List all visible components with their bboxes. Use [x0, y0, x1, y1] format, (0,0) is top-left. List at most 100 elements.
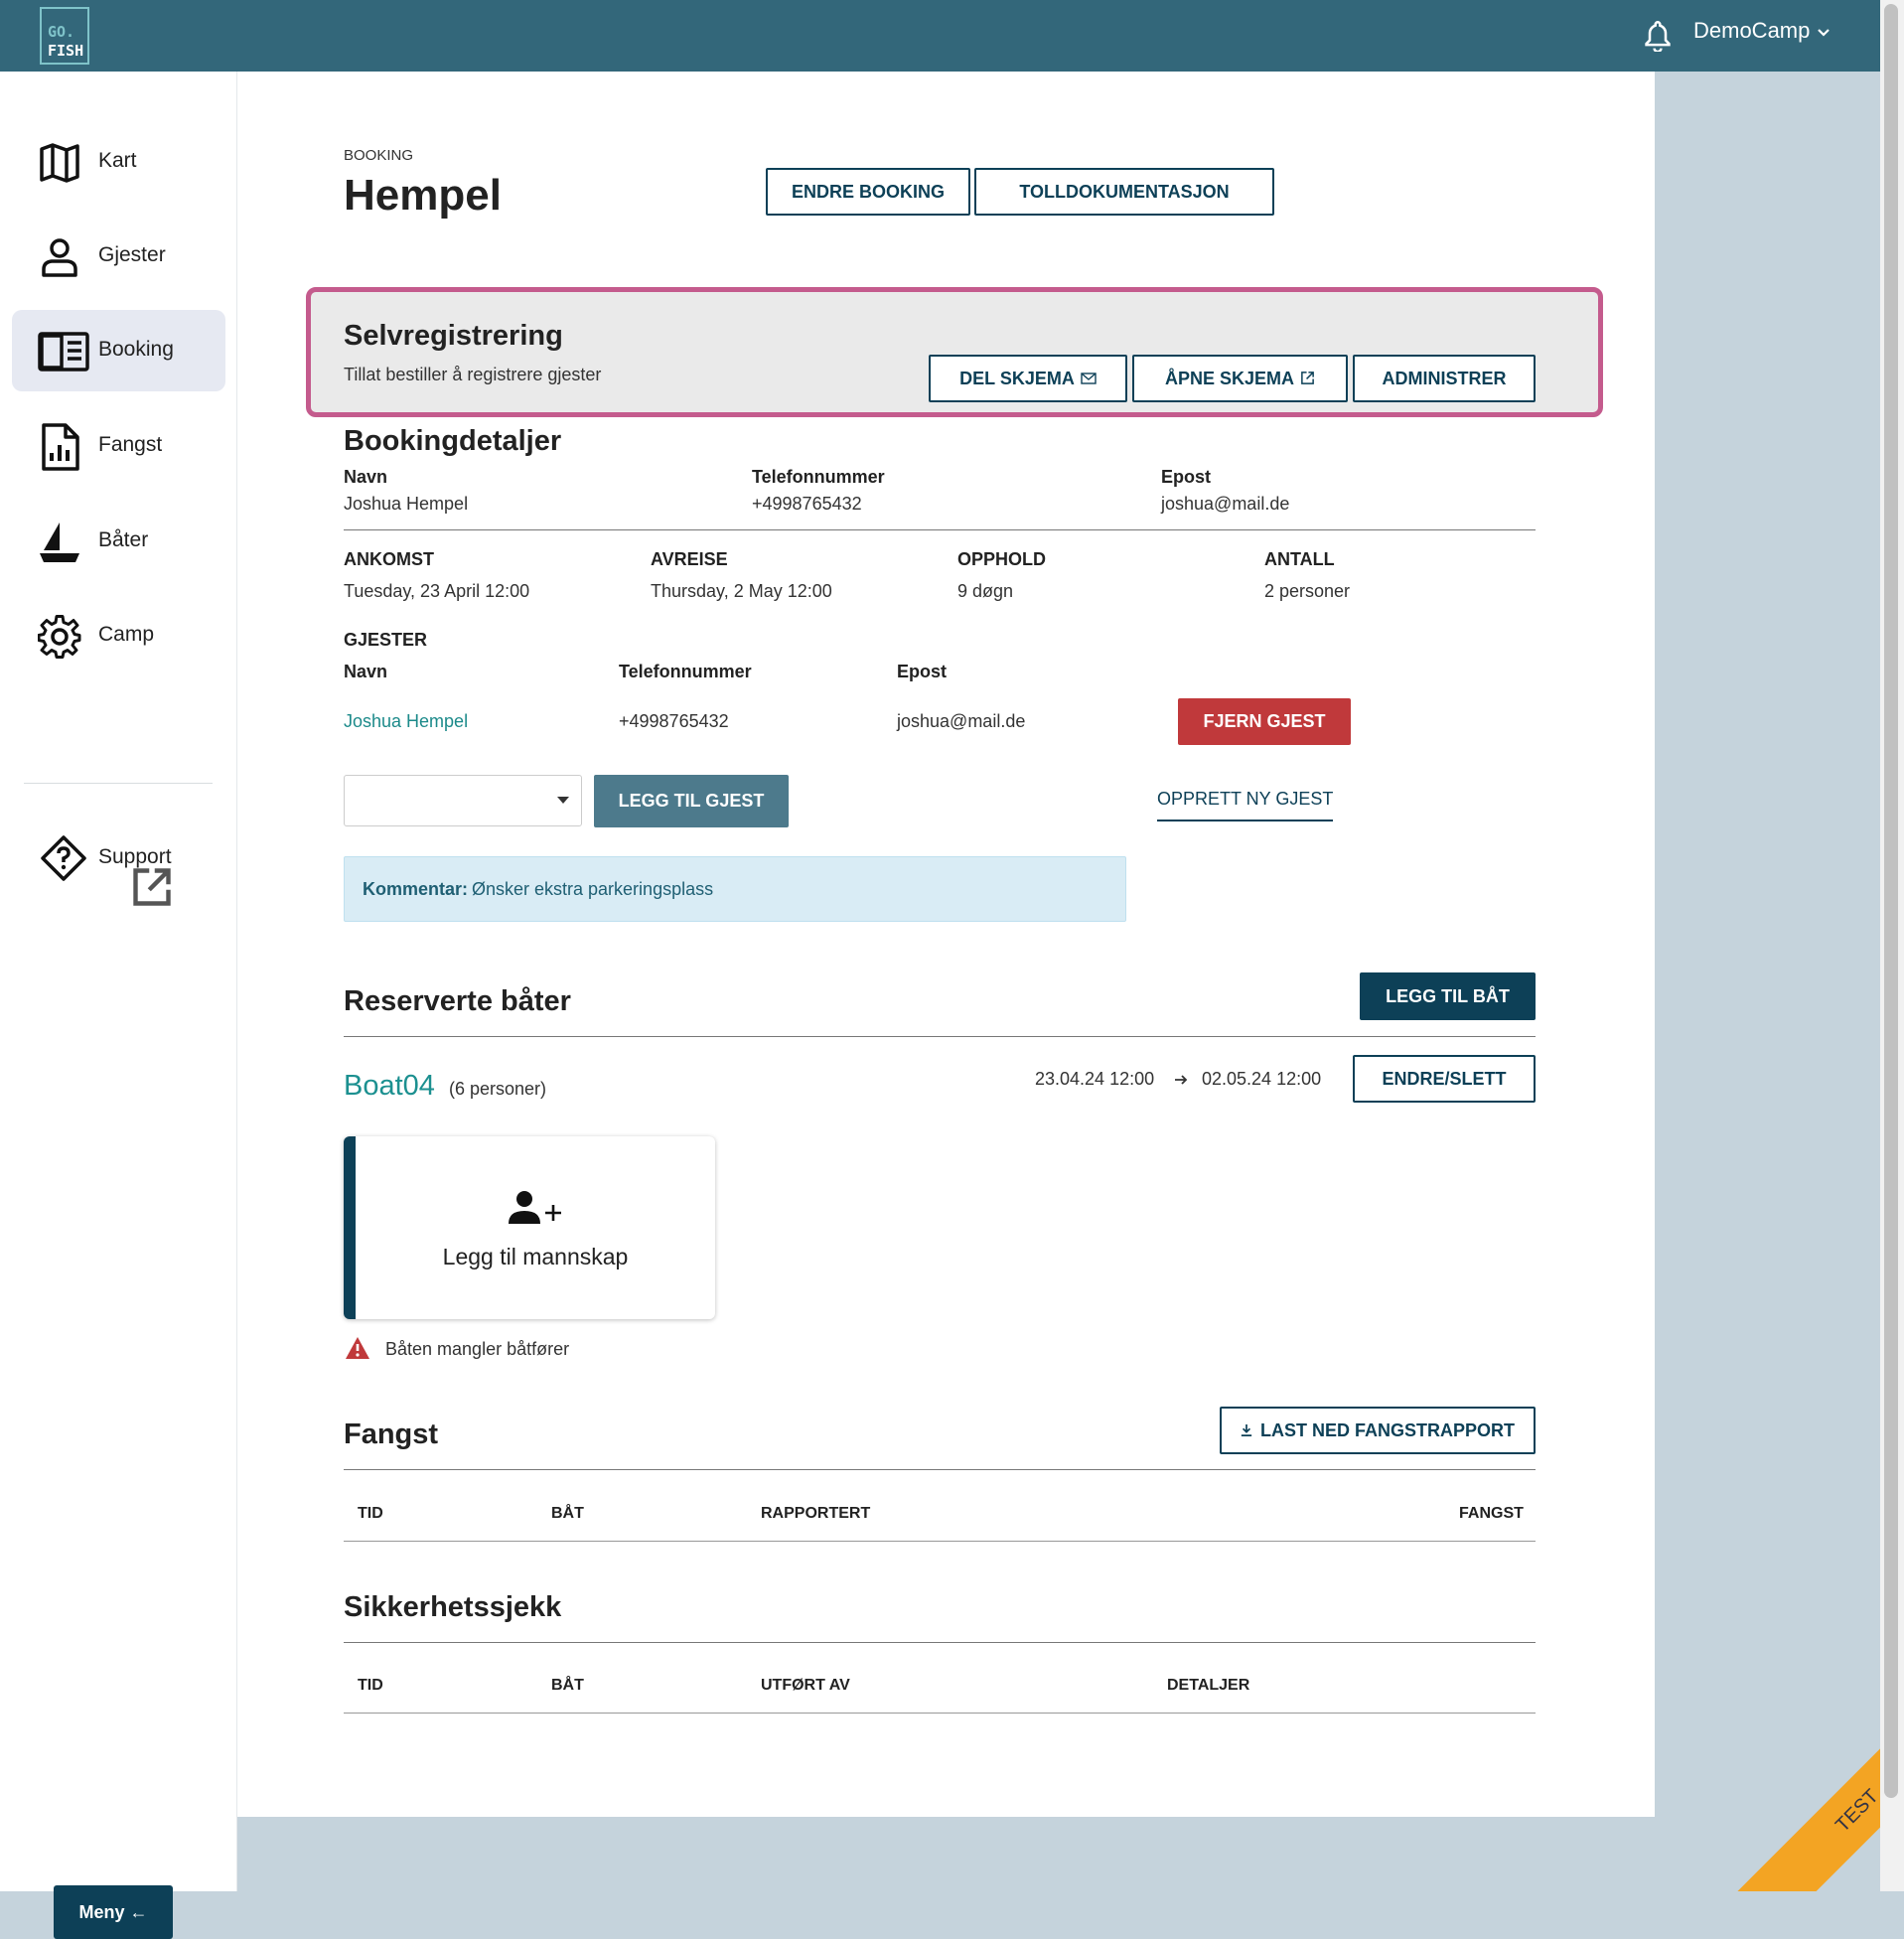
boat-name-link[interactable]: Boat04 [344, 1070, 435, 1103]
scrollbar[interactable] [1880, 0, 1904, 1891]
divider [344, 529, 1536, 530]
menu-toggle-button[interactable]: Meny ← [54, 1885, 173, 1939]
divider [344, 1713, 1536, 1714]
add-crew-card[interactable]: Legg til mannskap [344, 1136, 715, 1319]
download-catch-report-button[interactable]: LAST NED FANGSTRAPPORT [1220, 1407, 1536, 1454]
breadcrumb: BOOKING [344, 147, 414, 164]
departure-label: AVREISE [651, 549, 728, 569]
phone-value: +4998765432 [752, 494, 862, 514]
sidebar-item-support[interactable]: Support [12, 818, 225, 906]
sidebar-item-label: Fangst [98, 433, 163, 456]
arrival-value: Tuesday, 23 April 12:00 [344, 581, 530, 601]
open-form-button[interactable]: ÅPNE SKJEMA [1132, 355, 1348, 402]
self-registration-title: Selvregistrering [344, 320, 563, 352]
user-menu[interactable]: DemoCamp [1693, 18, 1810, 44]
name-value: Joshua Hempel [344, 494, 469, 514]
gofish-logo[interactable]: GO. FISH [40, 7, 89, 65]
remove-guest-button[interactable]: FJERN GJEST [1178, 698, 1351, 745]
comment-box: Kommentar: Ønsker ekstra parkeringsplass [344, 856, 1126, 922]
sidebar-item-fangst[interactable]: Fangst [12, 405, 225, 487]
stay-value: 9 døgn [957, 581, 1014, 601]
departure-value: Thursday, 2 May 12:00 [651, 581, 832, 601]
add-guest-button[interactable]: LEGG TIL GJEST [594, 775, 789, 827]
email-label: Epost [1161, 467, 1212, 487]
guest-col-name: Navn [344, 662, 388, 681]
bell-icon[interactable] [1644, 20, 1672, 52]
catch-col-boat: BÅT [551, 1505, 584, 1522]
download-label: LAST NED FANGSTRAPPORT [1259, 1420, 1515, 1440]
sidebar-item-label: Booking [98, 338, 174, 361]
stay-label: OPPHOLD [957, 549, 1047, 569]
top-bar: GO. FISH DemoCamp [0, 0, 1880, 72]
page-title: Hempel [344, 171, 502, 220]
boat-from-date: 23.04.24 12:00 [1035, 1069, 1155, 1089]
sidebar-item-label: Gjester [98, 243, 166, 266]
add-crew-label: Legg til mannskap [442, 1244, 629, 1269]
booking-icon [38, 332, 89, 372]
logo-line1: GO. [48, 23, 75, 41]
divider [344, 1469, 1536, 1470]
person-icon [42, 238, 77, 277]
safety-col-time: TID [358, 1677, 383, 1694]
guest-phone: +4998765432 [619, 711, 729, 731]
administer-button[interactable]: ADMINISTRER [1353, 355, 1536, 402]
map-icon [40, 143, 79, 183]
comment-text: Ønsker ekstra parkeringsplass [472, 879, 714, 899]
catch-col-time: TID [358, 1505, 383, 1522]
external-link-icon [1301, 372, 1314, 384]
sidebar-item-bater[interactable]: Båter [12, 501, 225, 582]
menu-label: Meny [78, 1902, 125, 1922]
chevron-down-icon[interactable] [1817, 26, 1831, 40]
logo-line2: FISH [48, 42, 84, 60]
sidebar-item-kart[interactable]: Kart [12, 121, 225, 203]
boat-capacity: (6 personer) [449, 1079, 547, 1099]
self-registration-subtitle: Tillat bestiller å registrere gjester [344, 365, 602, 384]
sidebar: Kart Gjester Booking Fangst Båter Camp S… [0, 72, 237, 1939]
guest-email: joshua@mail.de [897, 711, 1026, 731]
add-person-icon [509, 1191, 561, 1224]
guest-col-email: Epost [897, 662, 948, 681]
sidebar-item-label: Båter [98, 528, 149, 551]
phone-label: Telefonnummer [752, 467, 885, 487]
boat-warning-text: Båten mangler båtfører [385, 1339, 570, 1359]
catch-col-catch: FANGST [1459, 1505, 1524, 1522]
sidebar-item-booking[interactable]: Booking [12, 310, 225, 391]
edit-delete-boat-button[interactable]: ENDRE/SLETT [1353, 1055, 1536, 1103]
safety-col-performed-by: UTFØRT AV [761, 1677, 850, 1694]
guest-col-phone: Telefonnummer [619, 662, 752, 681]
download-icon [1241, 1424, 1252, 1436]
divider [344, 1541, 1536, 1542]
name-label: Navn [344, 467, 388, 487]
create-guest-link[interactable]: OPPRETT NY GJEST [1157, 789, 1334, 821]
open-form-label: ÅPNE SKJEMA [1164, 369, 1295, 388]
count-value: 2 personer [1264, 581, 1351, 601]
help-diamond-icon [41, 835, 86, 881]
edit-booking-button[interactable]: ENDRE BOOKING [766, 168, 970, 216]
gear-icon [38, 615, 81, 659]
support-label-wrap: Support [98, 845, 172, 906]
sidebar-divider [24, 783, 213, 784]
catch-col-reported: RAPPORTERT [761, 1505, 871, 1522]
scrollbar-thumb[interactable] [1884, 4, 1898, 1798]
add-boat-button[interactable]: LEGG TIL BÅT [1360, 972, 1536, 1020]
sidebar-item-label: Camp [98, 623, 155, 646]
safety-col-details: DETALJER [1167, 1677, 1250, 1694]
customs-docs-button[interactable]: TOLLDOKUMENTASJON [974, 168, 1274, 216]
guest-name-link[interactable]: Joshua Hempel [344, 711, 468, 732]
sidebar-item-label: Kart [98, 149, 137, 172]
divider [344, 1036, 1536, 1037]
sidebar-item-gjester[interactable]: Gjester [12, 216, 225, 297]
arrow-left-icon: ← [129, 1902, 148, 1922]
external-link-icon [133, 868, 171, 906]
sidebar-item-camp[interactable]: Camp [12, 595, 225, 676]
caret-down-icon [557, 797, 569, 804]
share-form-button[interactable]: DEL SKJEMA [929, 355, 1127, 402]
warning-icon [346, 1337, 369, 1359]
comment-label: Kommentar: [363, 879, 469, 899]
email-value: joshua@mail.de [1161, 494, 1290, 514]
guest-select[interactable] [344, 775, 582, 826]
mail-icon [1081, 373, 1097, 384]
safety-col-boat: BÅT [551, 1677, 584, 1694]
safety-check-title: Sikkerhetssjekk [344, 1591, 562, 1623]
test-ribbon: TEST [1732, 1689, 1880, 1891]
